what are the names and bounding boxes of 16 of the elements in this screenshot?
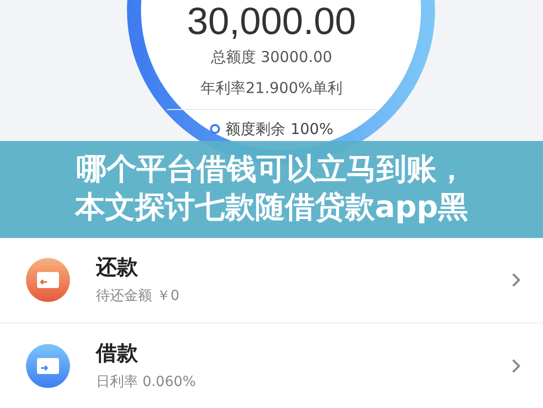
credit-amount: 30,000.00 (186, 0, 356, 44)
action-title: 还款 (96, 254, 139, 281)
chevron-right-icon (511, 272, 521, 288)
banner-title: 哪个平台借钱可以立马到账， (76, 151, 466, 190)
action-subtitle: 待还金额 ￥0 (96, 287, 180, 306)
banner-title: 本文探讨七款随借贷款app黑 (74, 189, 468, 228)
annual-rate: 年利率21.900%单利 (200, 78, 342, 98)
remaining-credit: 额度剩余 100% (226, 119, 334, 140)
chevron-right-icon (511, 358, 521, 374)
action-subtitle: 日利率 0.060% (96, 373, 197, 392)
action-row[interactable]: 借款 日利率 0.060% (0, 324, 543, 408)
action-title: 借款 (96, 340, 139, 367)
card-icon (26, 258, 70, 302)
action-row[interactable]: 还款 待还金额 ￥0 (0, 238, 543, 322)
total-credit: 总额度 30000.00 (210, 47, 332, 68)
card-icon (26, 344, 70, 388)
